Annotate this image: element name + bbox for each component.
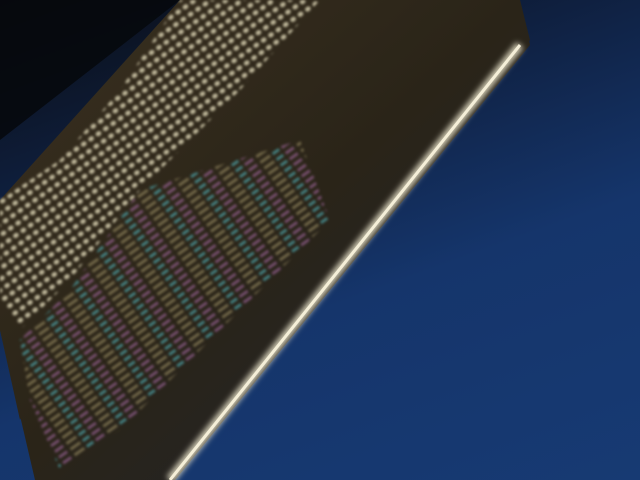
- photo-scene: [0, 0, 640, 480]
- monitor-screen: [0, 0, 530, 480]
